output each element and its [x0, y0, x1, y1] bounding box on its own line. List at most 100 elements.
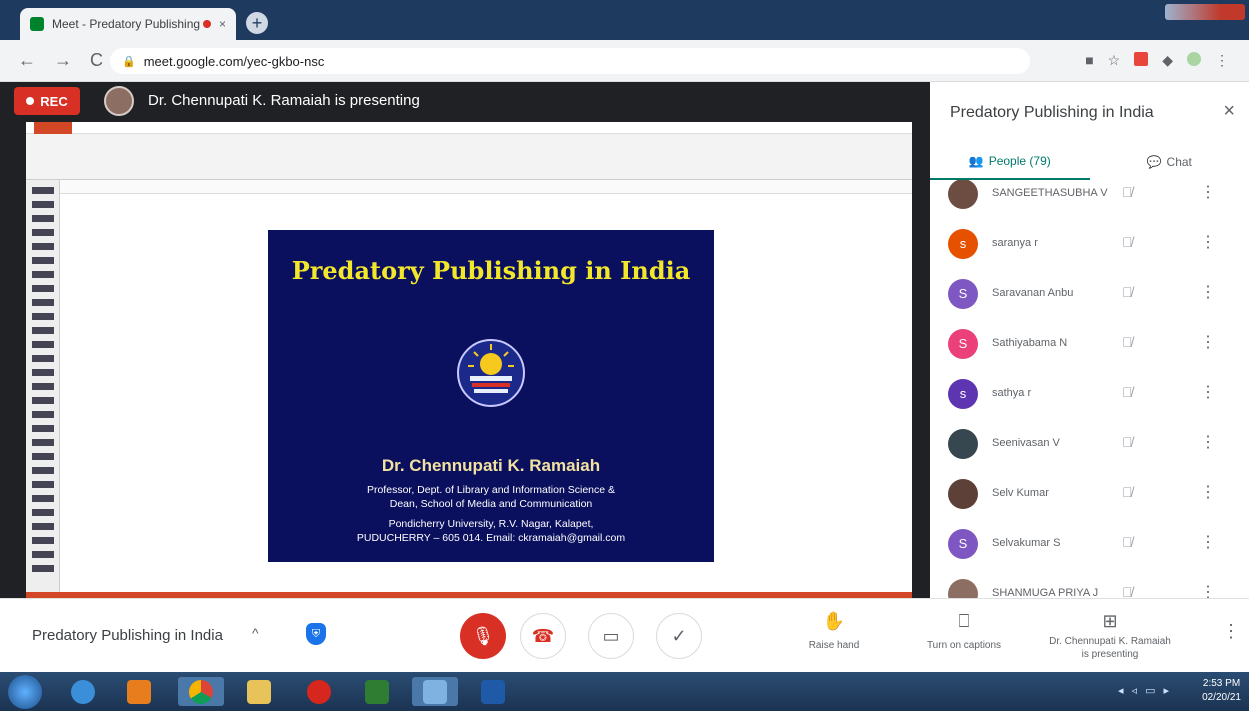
- tab-people[interactable]: 👥 People (79): [930, 144, 1090, 180]
- camera-button[interactable]: ▭: [588, 613, 634, 659]
- host-controls-shield-icon[interactable]: ⛨: [306, 623, 326, 645]
- presentation-slide: Predatory Publishing in India Dr. Chennu…: [268, 230, 714, 562]
- recording-dot-icon: [202, 20, 211, 28]
- address-bar: ← → C 🔒 meet.google.com/yec-gkbo-nsc ■ ☆…: [0, 40, 1249, 82]
- participant-avatar: [948, 180, 978, 209]
- participant-avatar: s: [948, 229, 978, 259]
- rec-label: REC: [40, 93, 68, 109]
- mic-muted-icon[interactable]: 🎙̸: [1122, 184, 1133, 200]
- mic-muted-icon[interactable]: 🎙̸: [1122, 584, 1133, 598]
- participant-row[interactable]: SHANMUGA PRIYA J 🎙̸ ⋮: [930, 570, 1249, 598]
- university-emblem-icon: [457, 339, 525, 407]
- clock-date: 02/20/21: [1202, 692, 1241, 703]
- people-icon: 👥: [968, 154, 984, 168]
- forward-button[interactable]: →: [54, 50, 72, 71]
- participant-name: SHANMUGA PRIYA J: [992, 587, 1099, 598]
- mic-muted-icon[interactable]: 🎙̸: [1122, 434, 1133, 450]
- network-taskbar-icon[interactable]: [412, 677, 458, 706]
- raise-hand-label: Raise hand: [808, 640, 860, 651]
- browser-tab-meet[interactable]: Meet - Predatory Publishing ×: [20, 8, 236, 40]
- participant-row[interactable]: S Saravanan Anbu 🎙̸ ⋮: [930, 270, 1249, 320]
- mic-muted-icon[interactable]: 🎙̸: [1122, 534, 1133, 550]
- new-tab-button[interactable]: +: [246, 12, 268, 34]
- participant-menu-icon[interactable]: ⋮: [1200, 582, 1216, 598]
- participant-name: SANGEETHASUBHA V: [992, 187, 1108, 199]
- start-button[interactable]: [8, 675, 42, 709]
- chrome-taskbar-icon[interactable]: [178, 677, 224, 706]
- media-taskbar-icon[interactable]: [116, 677, 162, 706]
- extensions-area: ■ ☆ ◆ ⋮: [1085, 52, 1229, 69]
- ie-taskbar-icon[interactable]: [60, 677, 106, 706]
- tab-chat[interactable]: 💬 Chat: [1090, 144, 1249, 180]
- mic-muted-icon[interactable]: 🎙̸: [1122, 284, 1133, 300]
- meeting-details-caret-icon[interactable]: ^: [252, 625, 259, 641]
- participant-name: Saravanan Anbu: [992, 287, 1074, 299]
- participant-name: saranya r: [992, 237, 1038, 249]
- taskbar-clock[interactable]: 2:53 PM 02/20/21: [1202, 677, 1241, 705]
- excel-taskbar-icon[interactable]: [354, 677, 400, 706]
- opera-taskbar-icon[interactable]: [296, 677, 342, 706]
- participant-row[interactable]: S Selvakumar S 🎙̸ ⋮: [930, 520, 1249, 570]
- captions-button[interactable]: ⎕ Turn on captions: [914, 611, 1014, 653]
- reload-button[interactable]: C: [90, 50, 103, 71]
- browser-menu-icon[interactable]: ⋮: [1215, 52, 1229, 69]
- profile-avatar[interactable]: [1187, 52, 1201, 66]
- panel-title: Predatory Publishing in India: [950, 104, 1154, 121]
- meeting-stage: REC Dr. Chennupati K. Ramaiah is present…: [0, 82, 930, 598]
- presenting-button[interactable]: ⊞ Dr. Chennupati K. Ramaiah is presentin…: [1040, 611, 1180, 661]
- participant-row[interactable]: s saranya r 🎙̸ ⋮: [930, 220, 1249, 270]
- participant-menu-icon[interactable]: ⋮: [1200, 532, 1216, 552]
- tab-people-label: People (79): [988, 154, 1051, 168]
- mic-muted-icon[interactable]: 🎙̸: [1122, 384, 1133, 400]
- participant-row[interactable]: SANGEETHASUBHA V 🎙̸ ⋮: [930, 180, 1249, 220]
- participant-row[interactable]: Seenivasan V 🎙̸ ⋮: [930, 420, 1249, 470]
- word-taskbar-icon[interactable]: [470, 677, 516, 706]
- lock-icon: 🔒: [122, 55, 136, 68]
- slide-line-1: Professor, Dept. of Library and Informat…: [366, 484, 616, 496]
- participant-menu-icon[interactable]: ⋮: [1200, 232, 1216, 252]
- participant-avatar: S: [948, 329, 978, 359]
- extension-red-icon[interactable]: [1134, 52, 1149, 66]
- participant-avatar: S: [948, 529, 978, 559]
- mic-off-icon: 🎙: [471, 625, 495, 646]
- participant-row[interactable]: S Sathiyabama N 🎙̸ ⋮: [930, 320, 1249, 370]
- participant-menu-icon[interactable]: ⋮: [1200, 382, 1216, 402]
- extension-puzzle-icon[interactable]: ◆: [1162, 52, 1173, 69]
- participant-row[interactable]: Selv Kumar 🎙̸ ⋮: [930, 470, 1249, 520]
- leave-call-button[interactable]: ☎: [520, 613, 566, 659]
- mic-muted-icon[interactable]: 🎙̸: [1122, 484, 1133, 500]
- tab-chat-label: Chat: [1166, 155, 1192, 169]
- checkmark-button[interactable]: ✓: [656, 613, 702, 659]
- slide-line-2: Dean, School of Media and Communication: [389, 498, 593, 510]
- more-options-icon[interactable]: ⋮: [1222, 621, 1240, 642]
- participant-avatar: [948, 479, 978, 509]
- participant-menu-icon[interactable]: ⋮: [1200, 432, 1216, 452]
- slide-line-3: Pondicherry University, R.V. Nagar, Kala…: [388, 518, 594, 530]
- url-field[interactable]: 🔒 meet.google.com/yec-gkbo-nsc: [110, 48, 1030, 74]
- microphone-muted-button[interactable]: 🎙: [460, 613, 506, 659]
- panel-close-button[interactable]: ×: [1223, 100, 1235, 123]
- mic-muted-icon[interactable]: 🎙̸: [1122, 234, 1133, 250]
- meeting-title[interactable]: Predatory Publishing in India: [32, 627, 223, 644]
- back-button[interactable]: ←: [18, 50, 36, 71]
- folder-taskbar-icon[interactable]: [236, 677, 282, 706]
- participant-row[interactable]: s sathya r 🎙̸ ⋮: [930, 370, 1249, 420]
- ruler: [26, 180, 912, 194]
- camera-icon[interactable]: ■: [1085, 52, 1093, 69]
- mic-muted-icon[interactable]: 🎙̸: [1122, 334, 1133, 350]
- window-controls[interactable]: [1165, 4, 1245, 20]
- participant-menu-icon[interactable]: ⋮: [1200, 482, 1216, 502]
- presenter-avatar: [104, 86, 134, 116]
- participant-menu-icon[interactable]: ⋮: [1200, 182, 1216, 202]
- star-icon[interactable]: ☆: [1108, 52, 1121, 69]
- system-tray-icons[interactable]: ◂◃▭▸: [1118, 684, 1177, 697]
- raise-hand-button[interactable]: ✋ Raise hand: [796, 611, 872, 653]
- people-list: SANGEETHASUBHA V 🎙̸ ⋮ s saranya r 🎙̸ ⋮ S Saravan…: [930, 180, 1249, 598]
- participant-menu-icon[interactable]: ⋮: [1200, 282, 1216, 302]
- camera-icon: ▭: [602, 625, 620, 646]
- panel-tabs: 👥 People (79) 💬 Chat: [930, 144, 1249, 180]
- slide-line-4: PUDUCHERRY – 605 014. Email: ckramaiah@g…: [356, 532, 626, 544]
- tab-close-button[interactable]: ×: [219, 17, 226, 31]
- participant-menu-icon[interactable]: ⋮: [1200, 332, 1216, 352]
- hand-icon: ✋: [822, 611, 846, 631]
